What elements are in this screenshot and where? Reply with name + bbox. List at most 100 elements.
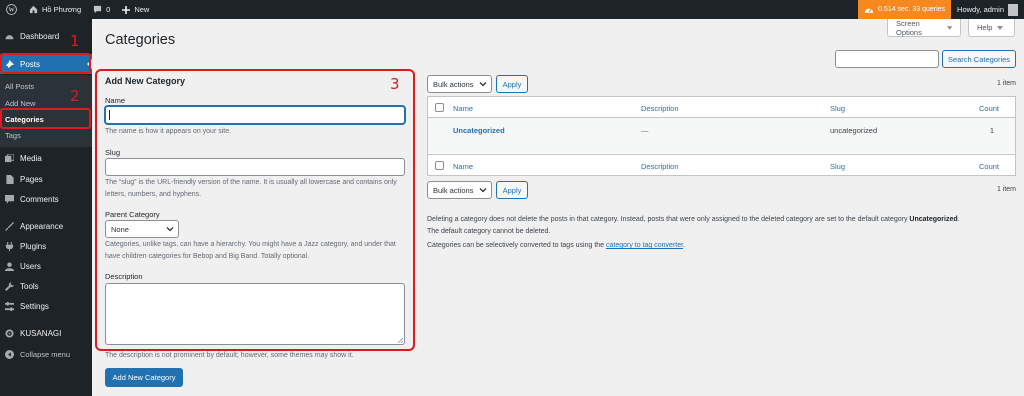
default-category-name: Uncategorized	[909, 216, 958, 223]
avatar	[1008, 3, 1018, 16]
bulk-actions-select-top[interactable]: Bulk actions	[427, 75, 492, 93]
sidebar-item-plugins[interactable]: Plugins	[0, 236, 92, 256]
apply-button-bottom[interactable]: Apply	[496, 181, 528, 199]
sidebar-item-users[interactable]: Users	[0, 256, 92, 276]
howdy-text: Howdy, admin	[957, 5, 1004, 14]
items-count-top: 1 item	[996, 80, 1016, 87]
page-icon	[5, 174, 14, 184]
select-all-checkbox-footer[interactable]	[435, 161, 444, 170]
parent-category-value: None	[111, 224, 129, 234]
settings-icon	[5, 301, 14, 311]
parent-category-help: Categories, unlike tags, can have a hier…	[105, 241, 396, 260]
search-categories-button[interactable]: Search Categories	[942, 50, 1016, 68]
chevron-down-icon	[166, 227, 174, 232]
wordpress-logo-icon[interactable]: W	[0, 0, 23, 19]
chevron-down-icon	[479, 82, 487, 87]
annotation-box-categories	[0, 108, 91, 129]
default-category-note: The default category cannot be deleted.	[427, 228, 551, 235]
description-label: Description	[105, 272, 143, 281]
chevron-down-icon	[997, 25, 1004, 30]
category-to-tag-converter-link[interactable]: category to tag converter	[606, 242, 683, 249]
comments-count: 0	[106, 5, 111, 14]
add-new-category-button[interactable]: Add New Category	[105, 368, 183, 387]
annotation-number-3: 3	[390, 75, 400, 93]
delete-category-note: Deleting a category does not delete the …	[427, 216, 960, 223]
sidebar-item-label: Pages	[20, 174, 43, 184]
resize-grip-icon[interactable]	[397, 337, 403, 343]
annotation-number-2: 2	[70, 87, 80, 105]
sidebar-subitem-all-posts[interactable]: All Posts	[5, 82, 34, 91]
apply-button-top[interactable]: Apply	[496, 75, 528, 93]
description-help: The description is not prominent by defa…	[105, 352, 354, 359]
column-footer-name[interactable]: Name	[453, 162, 473, 171]
help-label: Help	[977, 23, 993, 32]
sidebar-subitem-tags[interactable]: Tags	[5, 131, 21, 140]
comment-icon	[5, 194, 14, 204]
convert-to-tags-note: Categories can be selectively converted …	[427, 240, 685, 252]
sidebar-item-label: Appearance	[20, 221, 64, 231]
chevron-down-icon	[946, 25, 952, 30]
select-all-checkbox[interactable]	[435, 103, 444, 112]
sidebar-item-label: Tools	[20, 281, 39, 291]
sidebar-item-pages[interactable]: Pages	[0, 169, 92, 189]
description-textarea[interactable]	[105, 283, 405, 345]
collapse-menu-button[interactable]: Collapse menu	[0, 344, 92, 364]
slug-label: Slug	[105, 148, 121, 157]
column-header-count[interactable]: Count	[979, 104, 999, 113]
comments-link[interactable]: 0	[87, 0, 116, 19]
sidebar-item-label: Users	[20, 261, 41, 271]
comment-icon	[94, 5, 102, 14]
collapse-label: Collapse menu	[20, 349, 71, 359]
account-menu[interactable]: Howdy, admin	[951, 3, 1024, 16]
sidebar-item-appearance[interactable]: Appearance	[0, 216, 92, 236]
name-input[interactable]	[105, 106, 405, 124]
table-header-row: Name Description Slug Count	[428, 97, 1015, 118]
help-button[interactable]: Help	[968, 19, 1015, 37]
category-name-link[interactable]: Uncategorized	[453, 126, 505, 135]
categories-table: Name Description Slug Count Uncategorize…	[427, 96, 1016, 176]
column-header-slug[interactable]: Slug	[830, 104, 845, 113]
sidebar-item-kusanagi[interactable]: KUSANAGI	[0, 323, 92, 343]
category-count[interactable]: 1	[990, 126, 994, 135]
slug-input[interactable]	[105, 158, 405, 176]
screen-options-label: Screen Options	[896, 18, 922, 37]
sidebar-item-media[interactable]: Media	[0, 148, 92, 168]
sidebar-item-comments[interactable]: Comments	[0, 189, 92, 209]
collapse-icon	[5, 349, 14, 359]
page-title: Categories	[105, 32, 176, 48]
column-header-description[interactable]: Description	[641, 104, 679, 113]
new-label: New	[134, 5, 150, 14]
site-name-link[interactable]: Hồ Phương	[23, 0, 87, 19]
sidebar-item-label: Dashboard	[20, 31, 60, 41]
sidebar-item-label: KUSANAGI	[20, 328, 62, 338]
column-footer-description[interactable]: Description	[641, 162, 679, 171]
search-categories-input[interactable]	[835, 50, 939, 68]
media-icon	[5, 153, 14, 163]
form-title: Add New Category	[105, 76, 186, 86]
admin-sidebar: Dashboard Posts All Posts Add New Catego…	[0, 19, 92, 396]
sidebar-item-tools[interactable]: Tools	[0, 276, 92, 296]
new-content-link[interactable]: New	[116, 0, 155, 19]
paintbrush-icon	[5, 221, 14, 231]
performance-badge[interactable]: 0.514 sec. 33 queries	[858, 0, 952, 19]
column-footer-count[interactable]: Count	[979, 162, 999, 171]
column-header-name[interactable]: Name	[453, 104, 473, 113]
sidebar-subitem-add-new[interactable]: Add New	[5, 99, 35, 108]
convert-note-suffix: .	[683, 242, 686, 249]
category-slug: uncategorized	[830, 126, 878, 135]
bulk-actions-select-bottom[interactable]: Bulk actions	[427, 181, 492, 199]
plug-icon	[5, 241, 14, 251]
delete-note-text: Deleting a category does not delete the …	[427, 216, 908, 223]
sidebar-item-settings[interactable]: Settings	[0, 296, 92, 316]
slug-help: The “slug” is the URL-friendly version o…	[105, 179, 397, 198]
parent-category-select[interactable]: None	[105, 220, 179, 238]
column-footer-slug[interactable]: Slug	[830, 162, 845, 171]
table-footer-row: Name Description Slug Count	[428, 154, 1015, 175]
admin-bar: W Hồ Phương 0 New 0.514 sec. 33 queries …	[0, 0, 1024, 19]
screen-options-button[interactable]: Screen Options	[887, 19, 961, 37]
user-icon	[5, 261, 14, 271]
sidebar-item-label: Settings	[20, 301, 49, 311]
site-name: Hồ Phương	[42, 5, 82, 14]
sidebar-item-label: Media	[20, 153, 42, 163]
home-icon	[29, 5, 38, 14]
